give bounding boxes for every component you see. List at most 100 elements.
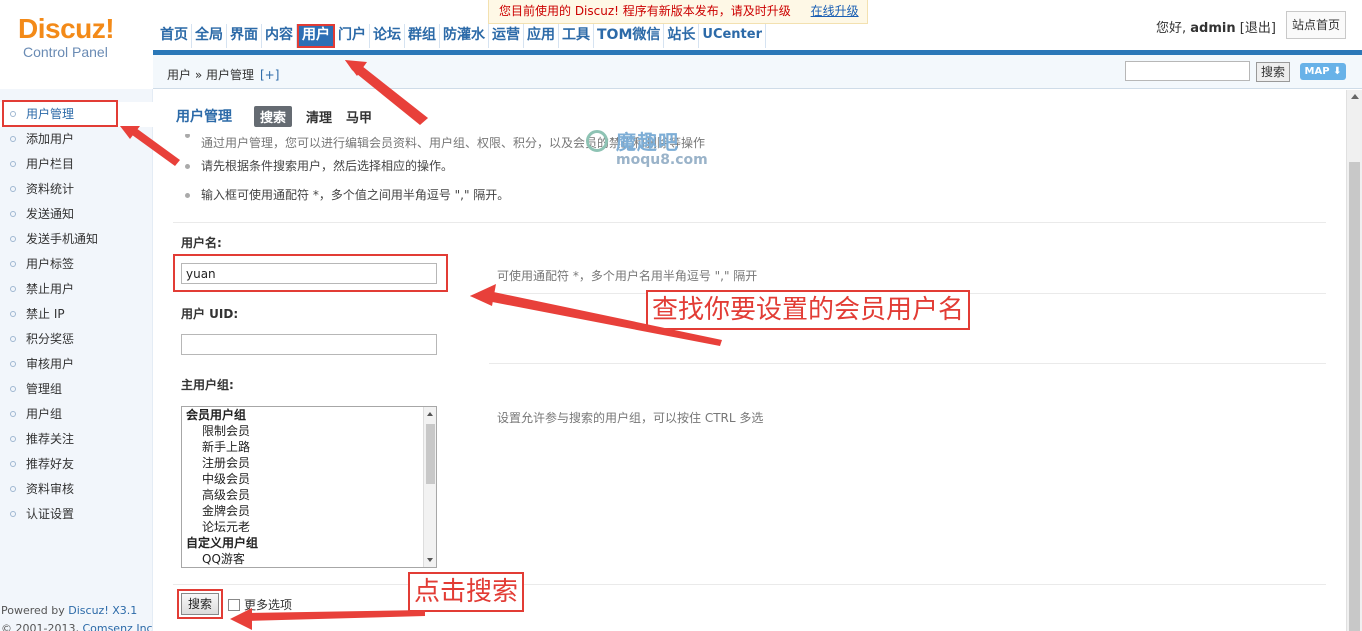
sidebar-item-verify-settings[interactable]: 认证设置 <box>0 502 153 527</box>
nav-plugin[interactable]: 应用 <box>524 24 559 48</box>
bullet-icon <box>10 286 16 292</box>
sidebar-item-credits[interactable]: 积分奖惩 <box>0 327 153 352</box>
group-category-option[interactable]: 自定义用户组 <box>182 535 436 551</box>
nav-operation[interactable]: 运营 <box>489 24 524 48</box>
username-hint: 可使用通配符 *，多个用户名用半角逗号 "," 隔开 <box>497 269 758 283</box>
sidebar-item-stats[interactable]: 资料统计 <box>0 177 153 202</box>
sidebar-item-profile-review[interactable]: 资料审核 <box>0 477 153 502</box>
more-options-checkbox[interactable] <box>228 598 240 611</box>
nav-user[interactable]: 用户 <box>297 24 335 48</box>
group-option[interactable]: 限制会员 <box>182 423 436 439</box>
username-label: 用户名: <box>181 236 222 250</box>
scroll-thumb[interactable] <box>1349 162 1360 631</box>
tab-alias[interactable]: 马甲 <box>346 107 372 126</box>
sidebar-item-user-manage[interactable]: 用户管理 <box>0 100 153 127</box>
nav-ucenter[interactable]: UCenter <box>699 24 767 48</box>
bullet-icon <box>10 386 16 392</box>
sidebar-item-send-sms[interactable]: 发送手机通知 <box>0 227 153 252</box>
sidebar-item-profile-fields[interactable]: 用户栏目 <box>0 152 153 177</box>
group-option[interactable]: 论坛元老 <box>182 519 436 535</box>
group-category-option[interactable]: 会员用户组 <box>182 407 436 423</box>
discuz-logo[interactable]: Discuz! Control Panel <box>18 14 115 61</box>
sidebar-item-label: 审核用户 <box>26 357 75 371</box>
bullet-icon <box>185 193 190 198</box>
copyright: © 2001-2013, Comsenz Inc. <box>1 622 156 631</box>
sidebar-item-user-group[interactable]: 用户组 <box>0 402 153 427</box>
sidebar-item-label: 用户栏目 <box>26 157 75 171</box>
sidebar-item-label: 认证设置 <box>26 507 75 521</box>
nav-home[interactable]: 首页 <box>157 24 192 48</box>
group-option[interactable]: 金牌会员 <box>182 503 436 519</box>
nav-forum[interactable]: 论坛 <box>370 24 405 48</box>
tab-search[interactable]: 搜索 <box>254 105 293 127</box>
bullet-icon <box>10 211 16 217</box>
sidebar-item-label: 推荐好友 <box>26 457 75 471</box>
bullet-icon <box>10 311 16 317</box>
nav-webmaster[interactable]: 站长 <box>664 24 700 48</box>
watermark-logo-icon <box>586 130 608 152</box>
sidebar-item-recommend-friends[interactable]: 推荐好友 <box>0 452 153 477</box>
bullet-icon <box>10 161 16 167</box>
logout-link[interactable]: [退出] <box>1240 21 1276 36</box>
scroll-thumb[interactable] <box>426 424 435 484</box>
more-options: 更多选项 <box>228 596 292 613</box>
page-scrollbar[interactable] <box>1346 90 1362 631</box>
sidebar-item-label: 推荐关注 <box>26 432 75 446</box>
group-option[interactable]: 高级会员 <box>182 487 436 503</box>
sidebar-item-user-tags[interactable]: 用户标签 <box>0 252 153 277</box>
sidebar-item-ban-user[interactable]: 禁止用户 <box>0 277 153 302</box>
breadcrumb-path: 用户 » 用户管理 <box>167 68 254 82</box>
sidebar-item-send-notice[interactable]: 发送通知 <box>0 202 153 227</box>
nav-group[interactable]: 群组 <box>405 24 440 48</box>
nav-style[interactable]: 界面 <box>227 24 262 48</box>
group-option[interactable]: 新手上路 <box>182 439 436 455</box>
powered-by: Powered by Discuz! X3.1 <box>1 604 137 617</box>
user-info: 您好, admin [退出] <box>1156 17 1276 36</box>
page-title: 用户管理 <box>176 109 232 125</box>
nav-portal[interactable]: 门户 <box>335 24 370 48</box>
nav-content[interactable]: 内容 <box>262 24 297 48</box>
sidebar-item-recommend-follow[interactable]: 推荐关注 <box>0 427 153 452</box>
bullet-icon <box>10 186 16 192</box>
online-upgrade-link[interactable]: 在线升级 <box>811 4 859 18</box>
scroll-up-icon[interactable] <box>427 412 433 416</box>
nav-tom-wechat[interactable]: TOM微信 <box>594 24 665 48</box>
nav-global[interactable]: 全局 <box>192 24 227 48</box>
uid-input[interactable] <box>181 334 437 355</box>
sidebar-item-admin-group[interactable]: 管理组 <box>0 377 153 402</box>
add-shortcut-link[interactable]: [+] <box>260 68 279 82</box>
nav-tools[interactable]: 工具 <box>559 24 594 48</box>
admin-search-button[interactable]: 搜索 <box>1256 62 1290 82</box>
sidebar-item-add-user[interactable]: 添加用户 <box>0 127 153 152</box>
bullet-icon <box>10 111 16 117</box>
bullet-icon <box>10 361 16 367</box>
group-label: 主用户组: <box>181 378 234 392</box>
group-option[interactable]: 中级会员 <box>182 471 436 487</box>
group-option[interactable]: QQ游客 <box>182 551 436 567</box>
tab-clean[interactable]: 清理 <box>306 107 332 126</box>
map-button[interactable]: MAP ⬇ <box>1300 63 1346 80</box>
nav-antispam[interactable]: 防灌水 <box>440 24 489 48</box>
upgrade-notice: 您目前使用的 Discuz! 程序有新版本发布，请及时升级 在线升级 <box>488 0 868 24</box>
admin-search-input[interactable] <box>1125 61 1250 81</box>
username-input[interactable] <box>181 263 437 284</box>
tip-text: 输入框可使用通配符 *，多个值之间用半角逗号 "," 隔开。 <box>201 188 510 202</box>
copyright-prefix: © 2001-2013, <box>1 622 83 631</box>
group-option[interactable]: 注册会员 <box>182 455 436 471</box>
highlight-box <box>2 100 118 127</box>
site-home-button[interactable]: 站点首页 <box>1286 11 1346 39</box>
scroll-down-icon[interactable] <box>427 558 433 562</box>
sidebar-item-moderate-users[interactable]: 审核用户 <box>0 352 153 377</box>
bullet-icon <box>10 511 16 517</box>
discuz-version-link[interactable]: Discuz! X3.1 <box>68 604 137 617</box>
map-button-label: MAP <box>1304 66 1330 77</box>
sidebar-item-ban-ip[interactable]: 禁止 IP <box>0 302 153 327</box>
comsenz-link[interactable]: Comsenz Inc. <box>82 622 156 631</box>
user-group-select[interactable]: 会员用户组 限制会员 新手上路 注册会员 中级会员 高级会员 金牌会员 论坛元老 自定义用户组 Q… <box>181 406 437 568</box>
logo-subtitle: Control Panel <box>23 44 108 60</box>
username-text: admin <box>1190 21 1236 36</box>
search-submit-button[interactable]: 搜索 <box>181 593 219 615</box>
group-list-scrollbar[interactable] <box>423 407 436 567</box>
more-options-label[interactable]: 更多选项 <box>244 596 292 613</box>
scroll-up-icon[interactable] <box>1351 94 1359 99</box>
